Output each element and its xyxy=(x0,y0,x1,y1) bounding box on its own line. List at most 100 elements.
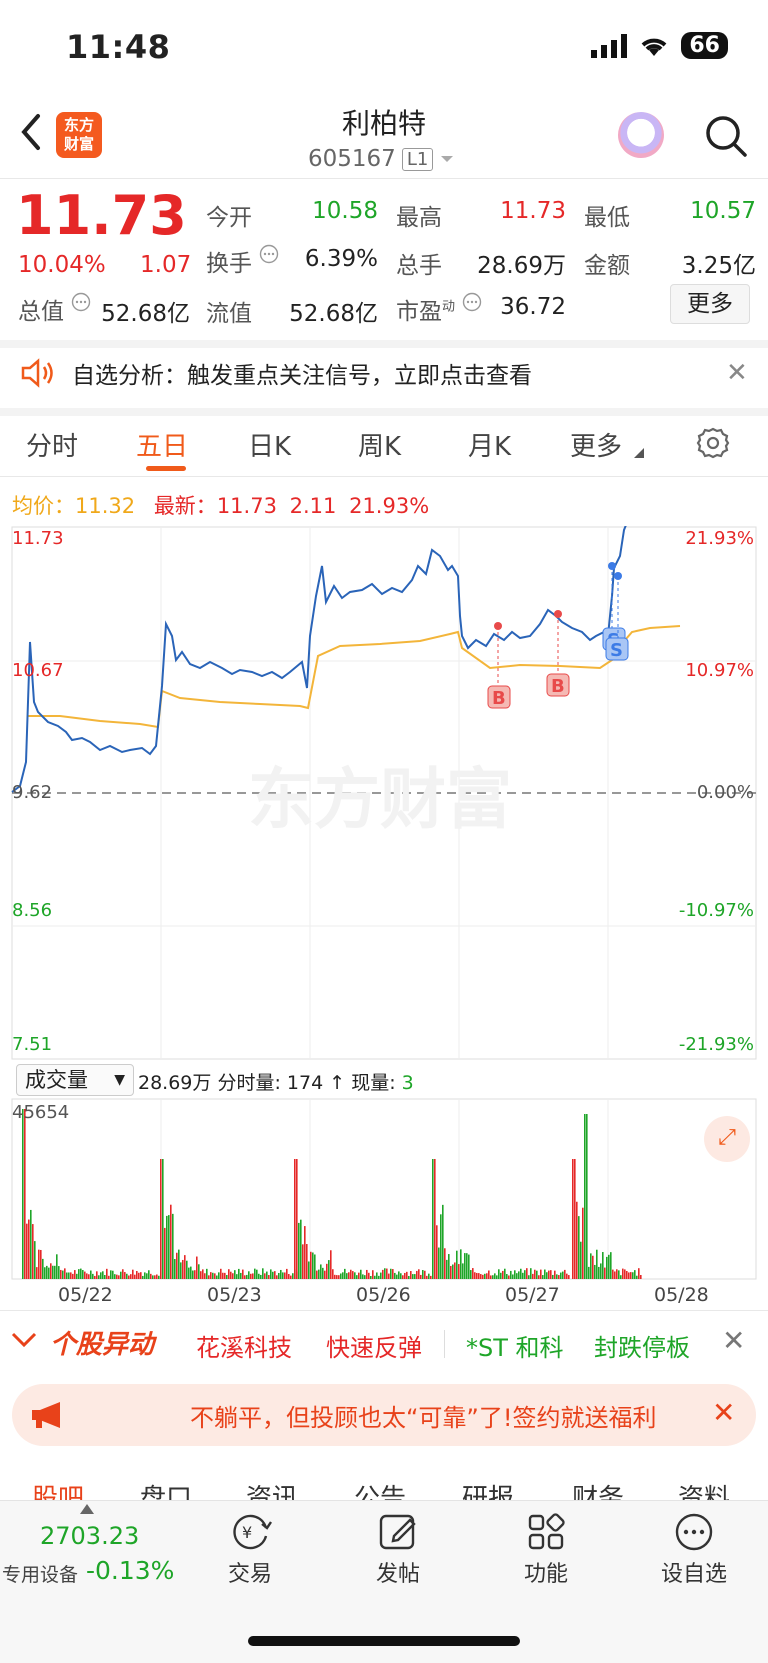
dropdown-icon xyxy=(441,156,454,162)
volume-bar xyxy=(596,1249,598,1279)
info-icon[interactable] xyxy=(71,292,91,312)
volume-bar xyxy=(528,1275,530,1279)
volume-bar xyxy=(226,1274,228,1279)
trade-button[interactable]: ¥ 交易 xyxy=(200,1508,300,1588)
volume-bar xyxy=(238,1268,240,1279)
notice-bar[interactable]: 自选分析：触发重点关注信号，立即点击查看 xyxy=(20,356,532,390)
volume-bar xyxy=(456,1250,458,1279)
chevron-down-icon[interactable] xyxy=(10,1330,38,1350)
volume-bar xyxy=(392,1269,394,1279)
volume-bar xyxy=(390,1268,392,1279)
x-date-label: 05/23 xyxy=(207,1284,262,1306)
mover-item[interactable]: 快速反弹 xyxy=(326,1328,422,1363)
volume-bar xyxy=(242,1269,244,1279)
volume-bar xyxy=(172,1213,174,1279)
volume-bar xyxy=(220,1268,222,1279)
volume-bar xyxy=(636,1275,638,1279)
volume-bar xyxy=(538,1275,540,1279)
volume-bar xyxy=(576,1201,578,1279)
volume-bar xyxy=(266,1271,268,1279)
volume-bar xyxy=(562,1271,564,1279)
volume-bar xyxy=(488,1270,490,1279)
price-chart[interactable]: 东方财富 B B S S xyxy=(0,526,768,1060)
search-icon[interactable] xyxy=(704,114,748,158)
pe-label: 市盈动 xyxy=(396,292,482,326)
close-icon[interactable]: ✕ xyxy=(712,1396,735,1429)
info-icon[interactable] xyxy=(259,244,279,264)
volume-bar xyxy=(184,1255,186,1279)
volume-selector[interactable]: 成交量 ▼ xyxy=(16,1064,134,1096)
settings-gear-icon[interactable] xyxy=(696,426,730,460)
close-icon[interactable]: ✕ xyxy=(722,1324,745,1357)
post-button[interactable]: 发帖 xyxy=(348,1508,448,1588)
volume-bar xyxy=(64,1268,66,1279)
more-button[interactable]: 更多 xyxy=(670,284,750,324)
volume-bar xyxy=(410,1271,412,1279)
volume-bar xyxy=(252,1273,254,1279)
volume-bar xyxy=(98,1275,100,1279)
close-icon[interactable]: ✕ xyxy=(726,358,748,388)
volume-value: 28.69万 xyxy=(477,253,566,279)
volume-bar xyxy=(630,1272,632,1279)
mover-item[interactable]: 花溪科技 xyxy=(196,1328,292,1363)
more-dots-icon xyxy=(675,1513,713,1551)
volume-bar xyxy=(312,1252,314,1279)
volume-bar xyxy=(288,1274,290,1279)
volume-bar xyxy=(282,1272,284,1279)
speaker-icon xyxy=(21,358,53,388)
info-icon[interactable] xyxy=(462,292,482,312)
volume-bar xyxy=(34,1241,36,1279)
volume-bar xyxy=(168,1215,170,1279)
expand-icon[interactable]: ⤢ xyxy=(704,1116,750,1162)
volume-bar xyxy=(276,1275,278,1279)
volume-bar xyxy=(72,1273,74,1279)
y-label-right: -10.97% xyxy=(678,900,754,921)
add-watchlist-button[interactable]: 设自选 xyxy=(644,1508,744,1588)
volume-bar xyxy=(118,1275,120,1279)
volume-bar xyxy=(186,1260,188,1279)
robot-avatar-icon[interactable] xyxy=(618,112,664,158)
volume-bar xyxy=(188,1267,190,1279)
volume-bar xyxy=(280,1269,282,1279)
y-label-left: 7.51 xyxy=(12,1034,53,1055)
chart-header: 均价：11.32 最新：11.73 2.11 21.93% xyxy=(12,494,430,518)
volume-bar xyxy=(508,1275,510,1279)
tab-daily-k[interactable]: 日K xyxy=(248,426,291,463)
volume-bar xyxy=(214,1273,216,1279)
volume-bar xyxy=(590,1253,592,1279)
tab-monthly-k[interactable]: 月K xyxy=(468,426,511,463)
functions-label: 功能 xyxy=(523,1562,568,1587)
volume-bar xyxy=(402,1275,404,1279)
volume-bar xyxy=(204,1273,206,1279)
tab-five-day[interactable]: 五日 xyxy=(136,426,188,463)
volume-info: 28.69万 分时量: 174 ↑ 现量: 3 xyxy=(138,1072,414,1094)
volume-bar xyxy=(348,1272,350,1279)
volume-bar xyxy=(32,1224,34,1279)
volume-bar xyxy=(626,1271,628,1279)
mover-item[interactable]: 封跌停板 xyxy=(594,1328,690,1363)
volume-bar xyxy=(546,1272,548,1279)
tab-intraday[interactable]: 分时 xyxy=(26,426,78,463)
mover-item[interactable]: *ST 和科 xyxy=(466,1328,564,1363)
volume-chart[interactable] xyxy=(0,1098,768,1280)
volume-bar xyxy=(304,1226,306,1279)
signal-icon xyxy=(591,33,628,58)
volume-bar xyxy=(120,1271,122,1279)
tab-more[interactable]: 更多 xyxy=(570,426,622,463)
volume-bar xyxy=(24,1109,26,1279)
tab-underline xyxy=(146,466,186,471)
stock-code[interactable]: 605167 L1 xyxy=(308,146,455,172)
volume-bar xyxy=(108,1275,110,1279)
volume-bar xyxy=(158,1275,160,1279)
volume-bar xyxy=(374,1275,376,1279)
functions-button[interactable]: 功能 xyxy=(496,1508,596,1588)
volume-bar xyxy=(354,1272,356,1279)
tab-weekly-k[interactable]: 周K xyxy=(358,426,401,463)
volume-bar xyxy=(74,1270,76,1279)
volume-bar xyxy=(146,1273,148,1279)
dropdown-icon xyxy=(634,448,644,458)
volume-bar xyxy=(310,1251,312,1279)
sector-index-value[interactable]: 2703.23 xyxy=(40,1522,139,1550)
volume-bar xyxy=(106,1268,108,1279)
volume-bar xyxy=(352,1271,354,1279)
